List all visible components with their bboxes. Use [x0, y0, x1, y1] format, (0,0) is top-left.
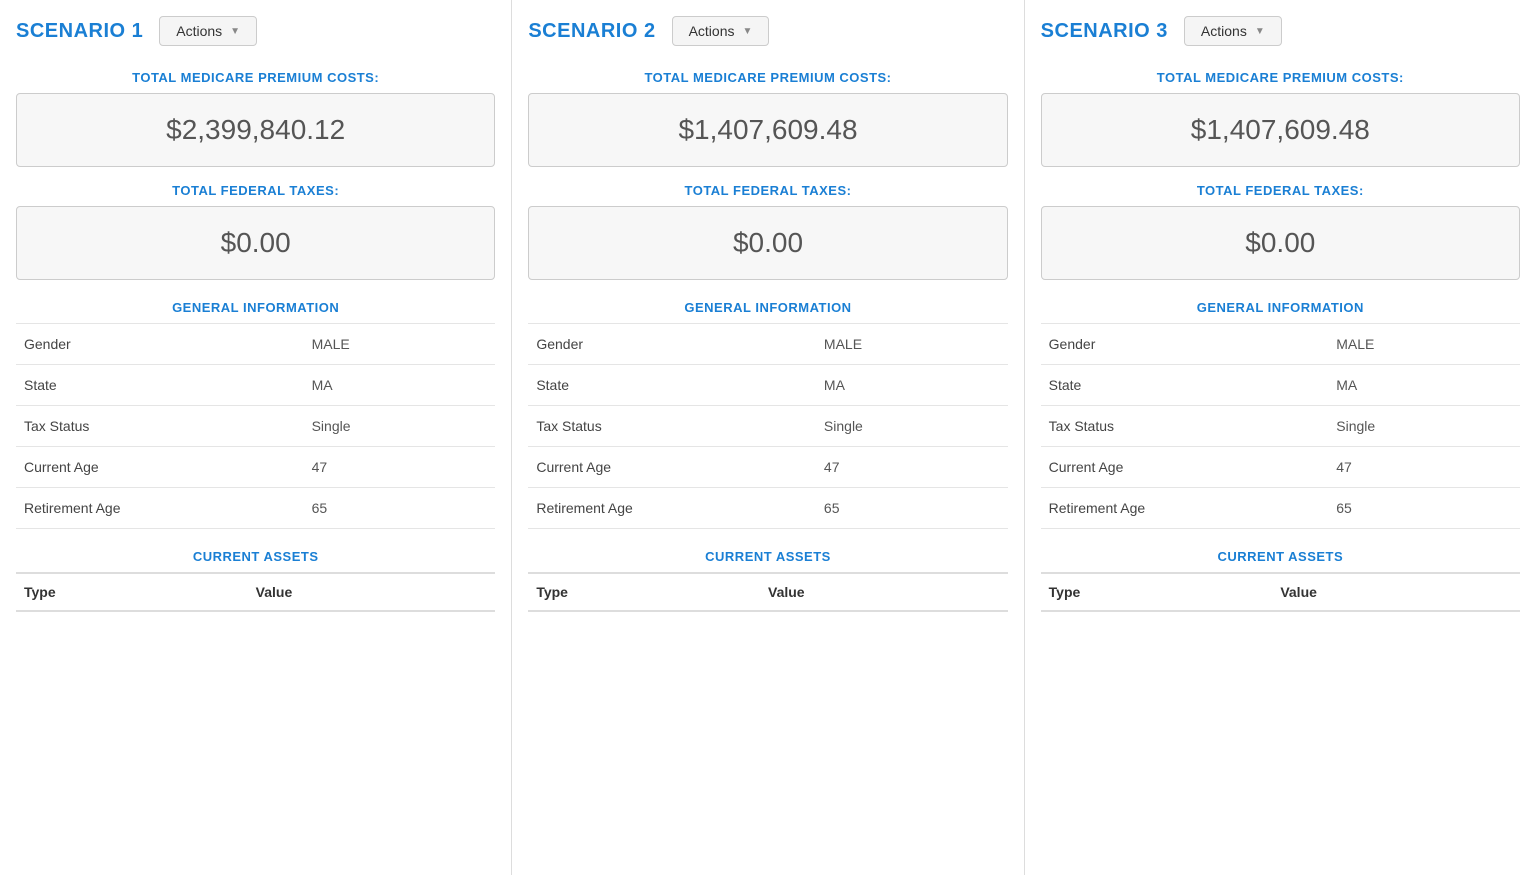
- row-label-2-0: Gender: [528, 324, 816, 365]
- assets-col-type-1: Type: [24, 584, 256, 600]
- table-row: GenderMALE: [1041, 324, 1520, 365]
- assets-col-value-3: Value: [1280, 584, 1512, 600]
- row-value-2-2: Single: [816, 406, 1008, 447]
- row-value-1-1: MA: [304, 365, 496, 406]
- table-row: Retirement Age65: [1041, 488, 1520, 529]
- general-info-title-2: GENERAL INFORMATION: [528, 300, 1007, 315]
- actions-label-3: Actions: [1201, 23, 1247, 39]
- assets-header-3: TypeValue: [1041, 572, 1520, 612]
- actions-label-1: Actions: [176, 23, 222, 39]
- row-label-2-4: Retirement Age: [528, 488, 816, 529]
- row-label-2-3: Current Age: [528, 447, 816, 488]
- row-label-2-2: Tax Status: [528, 406, 816, 447]
- table-row: GenderMALE: [16, 324, 495, 365]
- general-info-title-3: GENERAL INFORMATION: [1041, 300, 1520, 315]
- table-row: Retirement Age65: [528, 488, 1007, 529]
- federal-taxes-value-1: $0.00: [16, 206, 495, 280]
- chevron-down-icon: ▼: [1255, 26, 1265, 37]
- actions-label-2: Actions: [689, 23, 735, 39]
- federal-taxes-value-3: $0.00: [1041, 206, 1520, 280]
- table-row: Current Age47: [16, 447, 495, 488]
- row-value-3-0: MALE: [1328, 324, 1520, 365]
- table-row: Tax StatusSingle: [528, 406, 1007, 447]
- medicare-label-2: TOTAL MEDICARE PREMIUM COSTS:: [528, 70, 1007, 85]
- row-label-1-2: Tax Status: [16, 406, 304, 447]
- row-value-3-2: Single: [1328, 406, 1520, 447]
- scenario-title-3: SCENARIO 3: [1041, 20, 1168, 43]
- medicare-value-1: $2,399,840.12: [16, 93, 495, 167]
- actions-button-2[interactable]: Actions ▼: [672, 16, 770, 46]
- medicare-label-1: TOTAL MEDICARE PREMIUM COSTS:: [16, 70, 495, 85]
- row-label-3-4: Retirement Age: [1041, 488, 1329, 529]
- assets-header-1: TypeValue: [16, 572, 495, 612]
- scenario-header-2: SCENARIO 2 Actions ▼: [528, 16, 1007, 46]
- table-row: StateMA: [16, 365, 495, 406]
- table-row: Retirement Age65: [16, 488, 495, 529]
- row-value-2-4: 65: [816, 488, 1008, 529]
- federal-taxes-label-2: TOTAL FEDERAL TAXES:: [528, 183, 1007, 198]
- table-row: Tax StatusSingle: [1041, 406, 1520, 447]
- current-assets-title-1: CURRENT ASSETS: [16, 549, 495, 564]
- assets-col-type-2: Type: [536, 584, 768, 600]
- federal-taxes-label-1: TOTAL FEDERAL TAXES:: [16, 183, 495, 198]
- actions-button-1[interactable]: Actions ▼: [159, 16, 257, 46]
- row-label-1-3: Current Age: [16, 447, 304, 488]
- scenario-column-2: SCENARIO 2 Actions ▼ TOTAL MEDICARE PREMIUM…: [512, 0, 1024, 875]
- scenario-title-1: SCENARIO 1: [16, 20, 143, 43]
- chevron-down-icon: ▼: [743, 26, 753, 37]
- row-value-1-4: 65: [304, 488, 496, 529]
- row-value-2-3: 47: [816, 447, 1008, 488]
- row-value-2-0: MALE: [816, 324, 1008, 365]
- medicare-value-3: $1,407,609.48: [1041, 93, 1520, 167]
- scenario-header-1: SCENARIO 1 Actions ▼: [16, 16, 495, 46]
- assets-col-type-3: Type: [1049, 584, 1281, 600]
- table-row: Current Age47: [1041, 447, 1520, 488]
- table-row: GenderMALE: [528, 324, 1007, 365]
- row-label-1-0: Gender: [16, 324, 304, 365]
- table-row: Tax StatusSingle: [16, 406, 495, 447]
- row-value-1-3: 47: [304, 447, 496, 488]
- row-value-1-2: Single: [304, 406, 496, 447]
- table-row: StateMA: [528, 365, 1007, 406]
- row-label-1-1: State: [16, 365, 304, 406]
- scenario-title-2: SCENARIO 2: [528, 20, 655, 43]
- assets-header-2: TypeValue: [528, 572, 1007, 612]
- row-value-3-3: 47: [1328, 447, 1520, 488]
- table-row: Current Age47: [528, 447, 1007, 488]
- table-row: StateMA: [1041, 365, 1520, 406]
- general-info-table-2: GenderMALEStateMATax StatusSingleCurrent…: [528, 323, 1007, 529]
- actions-button-3[interactable]: Actions ▼: [1184, 16, 1282, 46]
- row-value-3-4: 65: [1328, 488, 1520, 529]
- row-label-3-3: Current Age: [1041, 447, 1329, 488]
- medicare-label-3: TOTAL MEDICARE PREMIUM COSTS:: [1041, 70, 1520, 85]
- row-label-3-0: Gender: [1041, 324, 1329, 365]
- medicare-value-2: $1,407,609.48: [528, 93, 1007, 167]
- assets-col-value-1: Value: [256, 584, 488, 600]
- row-label-2-1: State: [528, 365, 816, 406]
- row-label-3-1: State: [1041, 365, 1329, 406]
- row-label-1-4: Retirement Age: [16, 488, 304, 529]
- scenario-column-1: SCENARIO 1 Actions ▼ TOTAL MEDICARE PREMIUM…: [0, 0, 512, 875]
- scenario-column-3: SCENARIO 3 Actions ▼ TOTAL MEDICARE PREMIUM…: [1025, 0, 1536, 875]
- row-value-2-1: MA: [816, 365, 1008, 406]
- scenarios-container: SCENARIO 1 Actions ▼ TOTAL MEDICARE PREMIUM…: [0, 0, 1536, 875]
- row-value-1-0: MALE: [304, 324, 496, 365]
- current-assets-title-2: CURRENT ASSETS: [528, 549, 1007, 564]
- row-value-3-1: MA: [1328, 365, 1520, 406]
- general-info-title-1: GENERAL INFORMATION: [16, 300, 495, 315]
- general-info-table-1: GenderMALEStateMATax StatusSingleCurrent…: [16, 323, 495, 529]
- row-label-3-2: Tax Status: [1041, 406, 1329, 447]
- general-info-table-3: GenderMALEStateMATax StatusSingleCurrent…: [1041, 323, 1520, 529]
- scenario-header-3: SCENARIO 3 Actions ▼: [1041, 16, 1520, 46]
- assets-col-value-2: Value: [768, 584, 1000, 600]
- federal-taxes-label-3: TOTAL FEDERAL TAXES:: [1041, 183, 1520, 198]
- current-assets-title-3: CURRENT ASSETS: [1041, 549, 1520, 564]
- chevron-down-icon: ▼: [230, 26, 240, 37]
- federal-taxes-value-2: $0.00: [528, 206, 1007, 280]
